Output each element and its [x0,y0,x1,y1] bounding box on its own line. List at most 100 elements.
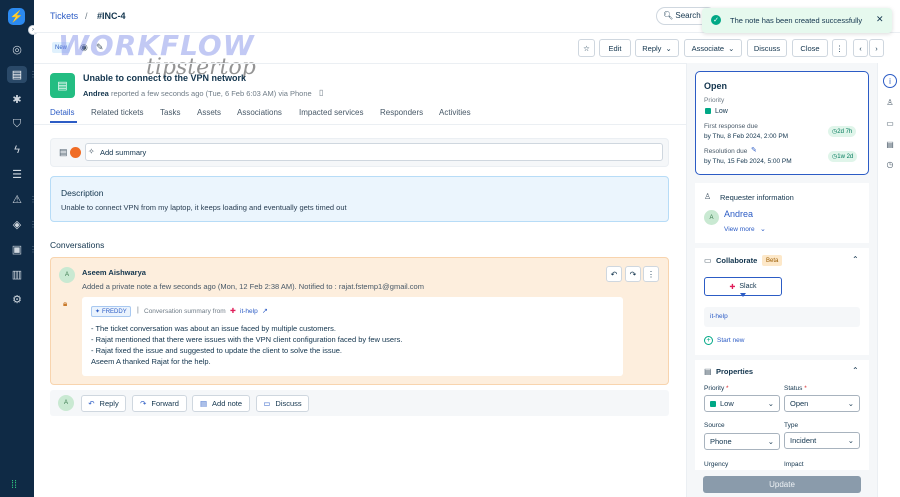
reply-icon[interactable]: ↶ [606,266,622,282]
freddy-ai-icon [70,147,81,158]
next-ticket-icon[interactable]: › [869,39,884,57]
type-select[interactable]: Incident ⌄ [784,432,860,449]
freddy-label: FREDDY [102,308,127,315]
tab-details[interactable]: Details [50,108,74,117]
external-link-icon[interactable]: ↗ [262,307,268,315]
chat-icon[interactable]: ▭ [884,117,896,129]
releases-bolt-icon[interactable]: ϟ [7,141,27,158]
ticket-type-icon: ▤ [50,73,75,98]
app-logo-icon[interactable]: ⚡ [8,8,25,25]
solutions-book-icon[interactable]: ▥ [7,266,27,283]
tab-impacted-services[interactable]: Impacted services [299,108,363,117]
alerts-warning-icon[interactable]: ⚠ [7,191,27,208]
reply-label: Reply [99,399,119,408]
admin-gear-icon[interactable]: ⚙ [7,291,27,308]
person-icon[interactable]: ♙ [884,96,896,108]
reply-dropdown-button[interactable]: Reply ⌄ [635,39,679,57]
add-summary-input[interactable] [85,143,663,161]
resolution-timer: ◷ 1w 2d [828,151,858,162]
prev-ticket-icon[interactable]: ‹ [853,39,868,57]
more-options-icon[interactable]: ⋮ [832,39,847,57]
contacts-icon[interactable]: ▣ [7,241,27,258]
more-dots-icon[interactable]: ⋮ [29,245,37,254]
requester-link[interactable]: Andrea [724,209,753,219]
history-clock-icon[interactable]: ◷ [884,158,896,170]
close-button[interactable]: Close [792,39,828,57]
avatar: A [59,267,75,283]
discuss-button[interactable]: ▭ Discuss [256,395,309,412]
chevron-down-icon: ⌄ [728,43,735,53]
first-response-pill-text: 2d 7h [837,128,853,135]
reply-label: Reply [642,43,662,53]
update-button[interactable]: Update [703,476,861,493]
phone-icon: ▯ [319,88,324,97]
tab-tasks[interactable]: Tasks [160,108,180,117]
app-grid-icon[interactable]: ⁞⁞ [11,479,17,491]
associate-label: Associate [691,43,725,53]
reply-button[interactable]: ↶ Reply [81,395,126,412]
requester-card [695,183,869,243]
breadcrumb-tickets[interactable]: Tickets [50,11,78,21]
description-heading: Description [61,188,104,198]
notes-icon[interactable]: ▤ [884,138,896,150]
add-icon[interactable]: + [704,336,713,345]
status-select[interactable]: Open ⌄ [784,395,860,412]
properties-icon: ▤ [704,367,712,376]
more-options-icon[interactable]: ⋮ [643,266,659,282]
search-icon: 🔍︎ [663,11,674,20]
info-icon[interactable]: i [883,74,897,88]
tab-activities[interactable]: Activities [439,108,471,117]
breadcrumb-ticket-id: #INC-4 [97,11,126,21]
first-response-value: by Thu, 8 Feb 2024, 2:00 PM [704,133,789,140]
discuss-button[interactable]: Discuss [747,39,787,57]
changes-icon[interactable]: ⛉ [7,116,27,133]
source-select[interactable]: Phone ⌄ [704,433,780,450]
chat-icon: ▭ [704,256,712,265]
lock-icon: 🔒︎ [63,299,68,308]
note-line: - The ticket conversation was about an i… [91,324,336,333]
requester-name[interactable]: Andrea [83,89,109,98]
chevron-up-icon[interactable]: ⌃ [852,255,859,264]
breadcrumb-separator: / [85,11,88,21]
add-note-button[interactable]: ▤ Add note [192,395,250,412]
priority-low-icon [705,108,711,114]
tab-assets[interactable]: Assets [197,108,221,117]
forward-icon[interactable]: ↷ [625,266,641,282]
close-toast-icon[interactable]: ✕ [876,14,884,25]
edit-button[interactable]: Edit [599,39,631,57]
priority-select[interactable]: Low ⌄ [704,395,780,412]
star-icon[interactable]: ☆ [578,39,595,57]
slack-channel-link[interactable]: it-help [710,313,728,320]
ticket-meta: reported a few seconds ago (Tue, 6 Feb 6… [111,89,312,98]
tasks-list-icon[interactable]: ☰ [7,166,27,183]
first-response-timer: ◷ 2d 7h [828,126,857,137]
properties-heading: Properties [716,367,754,376]
tab-responders[interactable]: Responders [380,108,423,117]
chevron-down-icon[interactable]: ⌄ [760,225,766,233]
tickets-nav-icon[interactable]: ▤ [7,66,27,83]
more-dots-icon[interactable]: ⋮ [29,195,37,204]
forward-button[interactable]: ↷ Forward [132,395,187,412]
chevron-up-icon[interactable]: ⌃ [852,366,859,375]
start-new-link[interactable]: Start new [717,337,744,344]
more-dots-icon[interactable]: ⋮ [29,70,37,79]
search-label: Search [675,11,701,20]
problems-bug-icon[interactable]: ✱ [7,91,27,108]
dashboard-icon[interactable]: ◎ [7,41,27,58]
tab-associations[interactable]: Associations [237,108,282,117]
slack-channel-link[interactable]: it-help [240,308,258,315]
resolution-value: by Thu, 15 Feb 2024, 5:00 PM [704,158,792,165]
required-mark: * [804,385,807,392]
priority-field-label: Priority * [704,385,729,392]
edit-pencil-icon[interactable]: ✎ [751,146,757,154]
more-dots-icon[interactable]: ⋮ [29,220,37,229]
view-more-link[interactable]: View more [724,226,755,233]
description-text: Unable to connect VPN from my laptop, it… [61,203,347,212]
note-line: - Rajat fixed the issue and suggested to… [91,346,342,355]
assets-layers-icon[interactable]: ◈ [7,216,27,233]
avatar: A [704,210,719,225]
associate-dropdown-button[interactable]: Associate ⌄ [684,39,742,57]
tab-related-tickets[interactable]: Related tickets [91,108,143,117]
chevron-down-icon: ⌄ [847,436,854,445]
note-author[interactable]: Aseem Aishwarya [82,268,146,277]
